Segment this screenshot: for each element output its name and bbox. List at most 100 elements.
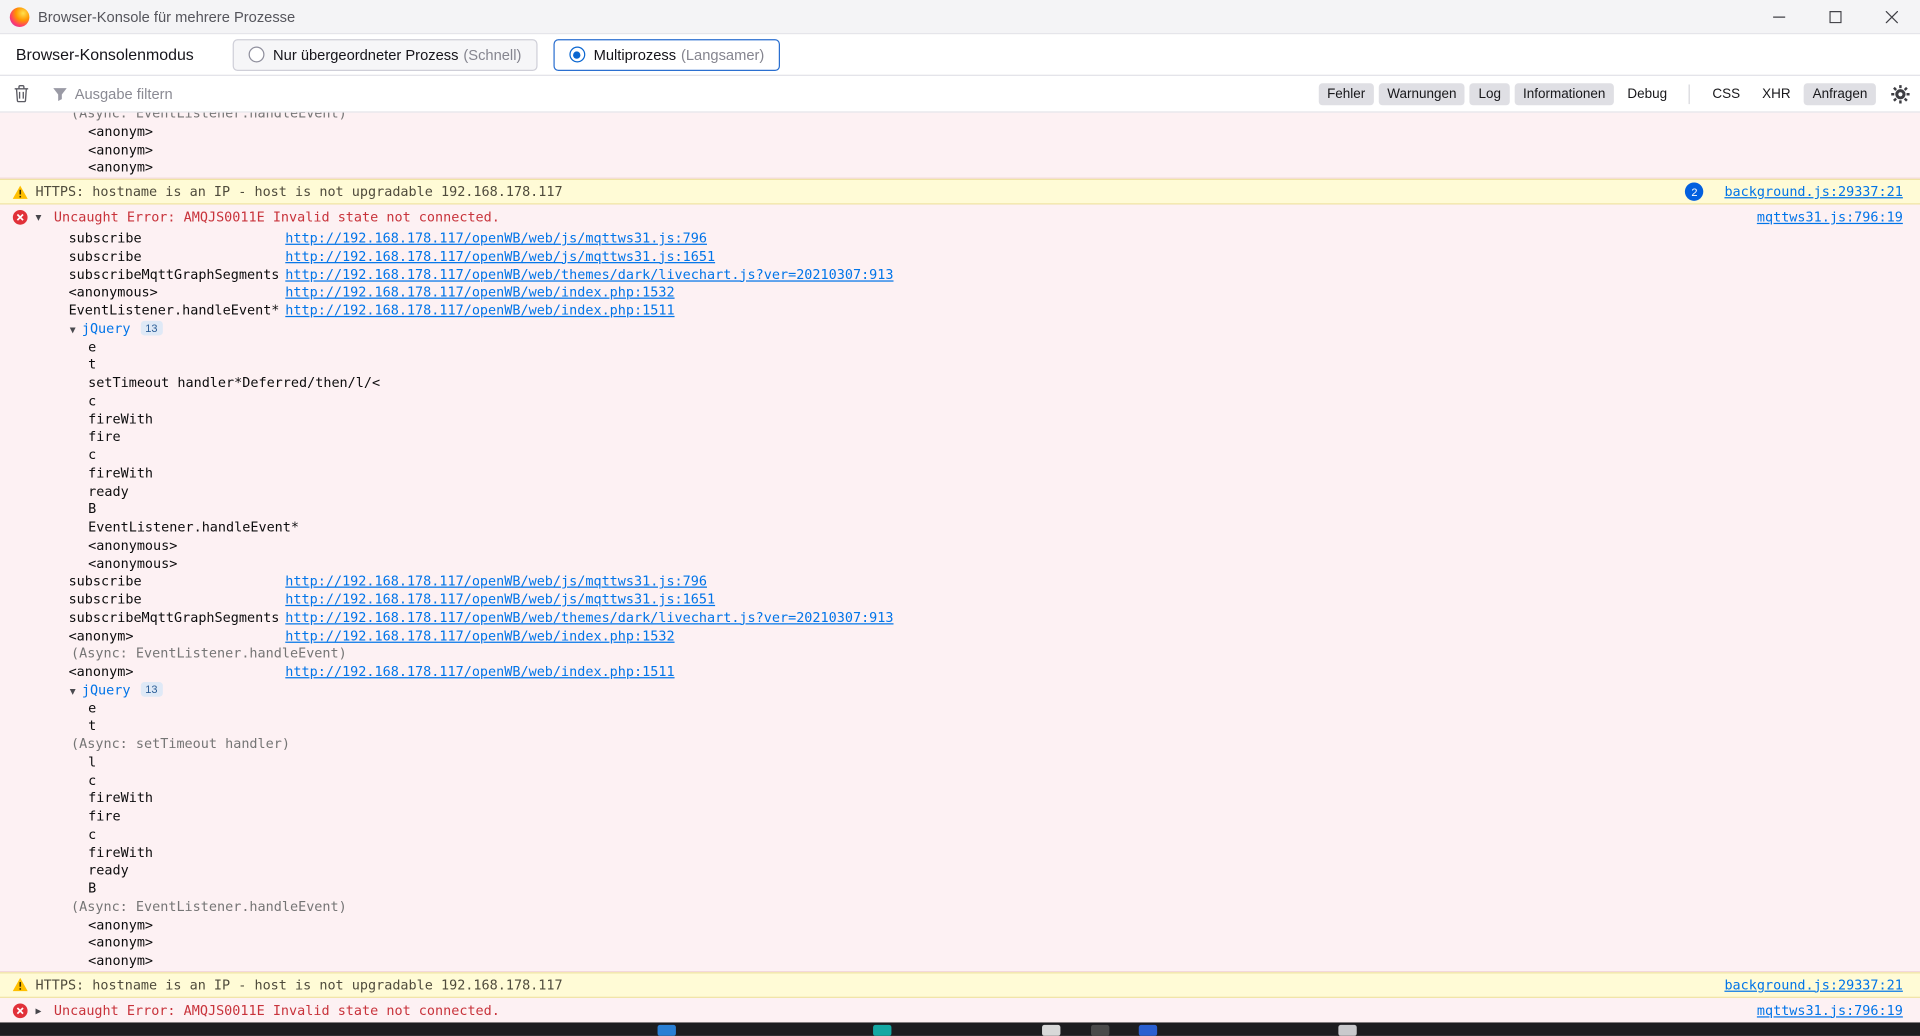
stack-source-link[interactable]: http://192.168.178.117/openWB/web/index.… xyxy=(285,302,674,318)
radio-unselected-icon[interactable] xyxy=(249,47,265,63)
radio-selected-icon[interactable] xyxy=(569,47,585,63)
mode-option-multiprocess[interactable]: Multiprozess (Langsamer) xyxy=(553,39,780,71)
stack-source-link[interactable]: http://192.168.178.117/openWB/web/js/mqt… xyxy=(285,230,707,246)
stack-function-name: EventListener.handleEvent* xyxy=(88,519,299,535)
error-message-block: ▶ Uncaught Error: AMQJS0011E Invalid stat… xyxy=(0,998,1920,1023)
stack-sub-frame: B xyxy=(0,880,1920,898)
filter-input-wrap xyxy=(53,85,467,102)
filter-button-warnings[interactable]: Warnungen xyxy=(1379,83,1465,105)
mode-option-label: Multiprozess xyxy=(594,46,676,63)
stack-function-name: <anonym> xyxy=(88,159,153,175)
stack-function-name: EventListener.handleEvent* xyxy=(69,302,286,320)
stack-function-name: <anonym> xyxy=(88,935,153,951)
message-location-link[interactable]: mqttws31.js:796:19 xyxy=(1757,1003,1903,1019)
stack-frame: subscribehttp://192.168.178.117/openWB/w… xyxy=(0,591,1920,609)
close-button[interactable] xyxy=(1864,0,1920,33)
warning-icon xyxy=(12,184,28,199)
stack-sub-frame: <anonymous> xyxy=(0,537,1920,555)
maximize-button[interactable] xyxy=(1807,0,1863,33)
stack-sub-frame: c xyxy=(0,447,1920,465)
collapse-caret-icon[interactable]: ▼ xyxy=(70,324,76,335)
stack-source-link[interactable]: http://192.168.178.117/openWB/web/themes… xyxy=(285,266,893,282)
filter-button-info[interactable]: Informationen xyxy=(1514,83,1614,105)
stack-async-annotation: (Async: EventListener.handleEvent) xyxy=(0,898,1920,916)
stack-source-link[interactable]: http://192.168.178.117/openWB/web/index.… xyxy=(285,628,674,644)
stack-sub-frame: fire xyxy=(0,808,1920,826)
stack-function-name: fireWith xyxy=(88,465,153,481)
stack-sub-frame: EventListener.handleEvent* xyxy=(0,519,1920,537)
stack-source-link[interactable]: http://192.168.178.117/openWB/web/js/mqt… xyxy=(285,573,707,589)
browser-console-window: Browser-Konsole für mehrere Prozesse Bro… xyxy=(0,0,1920,1036)
stack-sub-frame: l xyxy=(0,754,1920,772)
minimize-button[interactable] xyxy=(1751,0,1807,33)
stack-group-name[interactable]: jQuery xyxy=(82,682,131,698)
settings-button[interactable] xyxy=(1891,84,1911,104)
stack-group-count-badge: 13 xyxy=(140,682,162,697)
error-message: Uncaught Error: AMQJS0011E Invalid state… xyxy=(54,209,500,225)
filter-funnel-icon xyxy=(53,86,68,101)
message-location-link[interactable]: background.js:29337:21 xyxy=(1724,184,1902,200)
stack-function-name: fireWith xyxy=(88,411,153,427)
taskbar-icon[interactable] xyxy=(873,1025,891,1036)
filter-button-requests[interactable]: Anfragen xyxy=(1804,83,1876,105)
async-text: (Async: EventListener.handleEvent) xyxy=(71,646,347,662)
message-location-link[interactable]: mqttws31.js:796:19 xyxy=(1757,209,1903,225)
trash-icon xyxy=(13,84,29,102)
stack-frame: <anonym>http://192.168.178.117/openWB/we… xyxy=(0,628,1920,646)
stack-sub-frame: <anonym> xyxy=(0,141,1920,159)
taskbar-icon[interactable] xyxy=(1091,1025,1109,1036)
stack-function-name: ready xyxy=(88,483,129,499)
stack-sub-frame: fireWith xyxy=(0,465,1920,483)
collapse-caret-icon[interactable]: ▼ xyxy=(70,685,76,696)
stack-function-name: B xyxy=(88,501,96,517)
expand-caret-icon[interactable]: ▶ xyxy=(36,1005,47,1016)
error-message: Uncaught Error: AMQJS0011E Invalid state… xyxy=(54,1003,500,1019)
stack-source-link[interactable]: http://192.168.178.117/openWB/web/js/mqt… xyxy=(285,248,715,264)
expand-caret-icon[interactable]: ▼ xyxy=(36,212,47,223)
console-output[interactable]: (Async: EventListener.handleEvent)<anony… xyxy=(0,113,1920,1023)
stack-function-name: <anonym> xyxy=(88,953,153,969)
stack-async-annotation: (Async: EventListener.handleEvent) xyxy=(0,646,1920,664)
stack-async-annotation: (Async: EventListener.handleEvent) xyxy=(0,113,1920,124)
filter-button-css[interactable]: CSS xyxy=(1704,83,1749,105)
error-icon xyxy=(12,209,28,225)
stack-group: ▼jQuery13 xyxy=(0,321,1920,339)
previous-error-tail: (Async: EventListener.handleEvent)<anony… xyxy=(0,113,1920,179)
stack-function-name: e xyxy=(88,339,96,355)
filter-button-log[interactable]: Log xyxy=(1470,83,1510,105)
taskbar-icon[interactable] xyxy=(1042,1025,1060,1036)
stack-sub-frame: c xyxy=(0,772,1920,790)
taskbar[interactable] xyxy=(0,1022,1920,1035)
stack-frame: subscribehttp://192.168.178.117/openWB/w… xyxy=(0,248,1920,266)
stack-sub-frame: <anonym> xyxy=(0,953,1920,971)
clear-output-button[interactable] xyxy=(10,81,33,107)
repeat-count-badge: 2 xyxy=(1685,182,1703,200)
stack-sub-frame: fire xyxy=(0,429,1920,447)
filter-button-xhr[interactable]: XHR xyxy=(1754,83,1800,105)
async-text: (Async: EventListener.handleEvent) xyxy=(71,898,347,914)
filter-button-debug[interactable]: Debug xyxy=(1619,83,1676,105)
stack-sub-frame: <anonym> xyxy=(0,917,1920,935)
stack-function-name: fireWith xyxy=(88,790,153,806)
stack-source-link[interactable]: http://192.168.178.117/openWB/web/js/mqt… xyxy=(285,591,715,607)
stack-source-link[interactable]: http://192.168.178.117/openWB/web/index.… xyxy=(285,284,674,300)
stack-sub-frame: e xyxy=(0,339,1920,357)
filter-button-errors[interactable]: Fehler xyxy=(1319,83,1374,105)
stack-function-name: c xyxy=(88,772,96,788)
taskbar-icon[interactable] xyxy=(1139,1025,1157,1036)
filter-output-input[interactable] xyxy=(75,85,467,102)
taskbar-icon[interactable] xyxy=(658,1025,676,1036)
stack-source-link[interactable]: http://192.168.178.117/openWB/web/index.… xyxy=(285,664,674,680)
console-warning-row: HTTPS: hostname is an IP - host is not u… xyxy=(0,179,1920,205)
mode-option-parent-process[interactable]: Nur übergeordneter Prozess (Schnell) xyxy=(233,39,538,71)
stack-function-name: fire xyxy=(88,808,120,824)
async-text: (Async: EventListener.handleEvent) xyxy=(71,113,347,122)
stack-function-name: <anonym> xyxy=(88,123,153,139)
stack-function-name: e xyxy=(88,700,96,716)
stack-source-link[interactable]: http://192.168.178.117/openWB/web/themes… xyxy=(285,609,893,625)
stack-function-name: subscribe xyxy=(69,573,286,591)
message-location-link[interactable]: background.js:29337:21 xyxy=(1724,977,1902,993)
stack-group-name[interactable]: jQuery xyxy=(82,321,131,337)
taskbar-icon[interactable] xyxy=(1338,1025,1356,1036)
stack-function-name: subscribeMqttGraphSegments xyxy=(69,266,286,284)
